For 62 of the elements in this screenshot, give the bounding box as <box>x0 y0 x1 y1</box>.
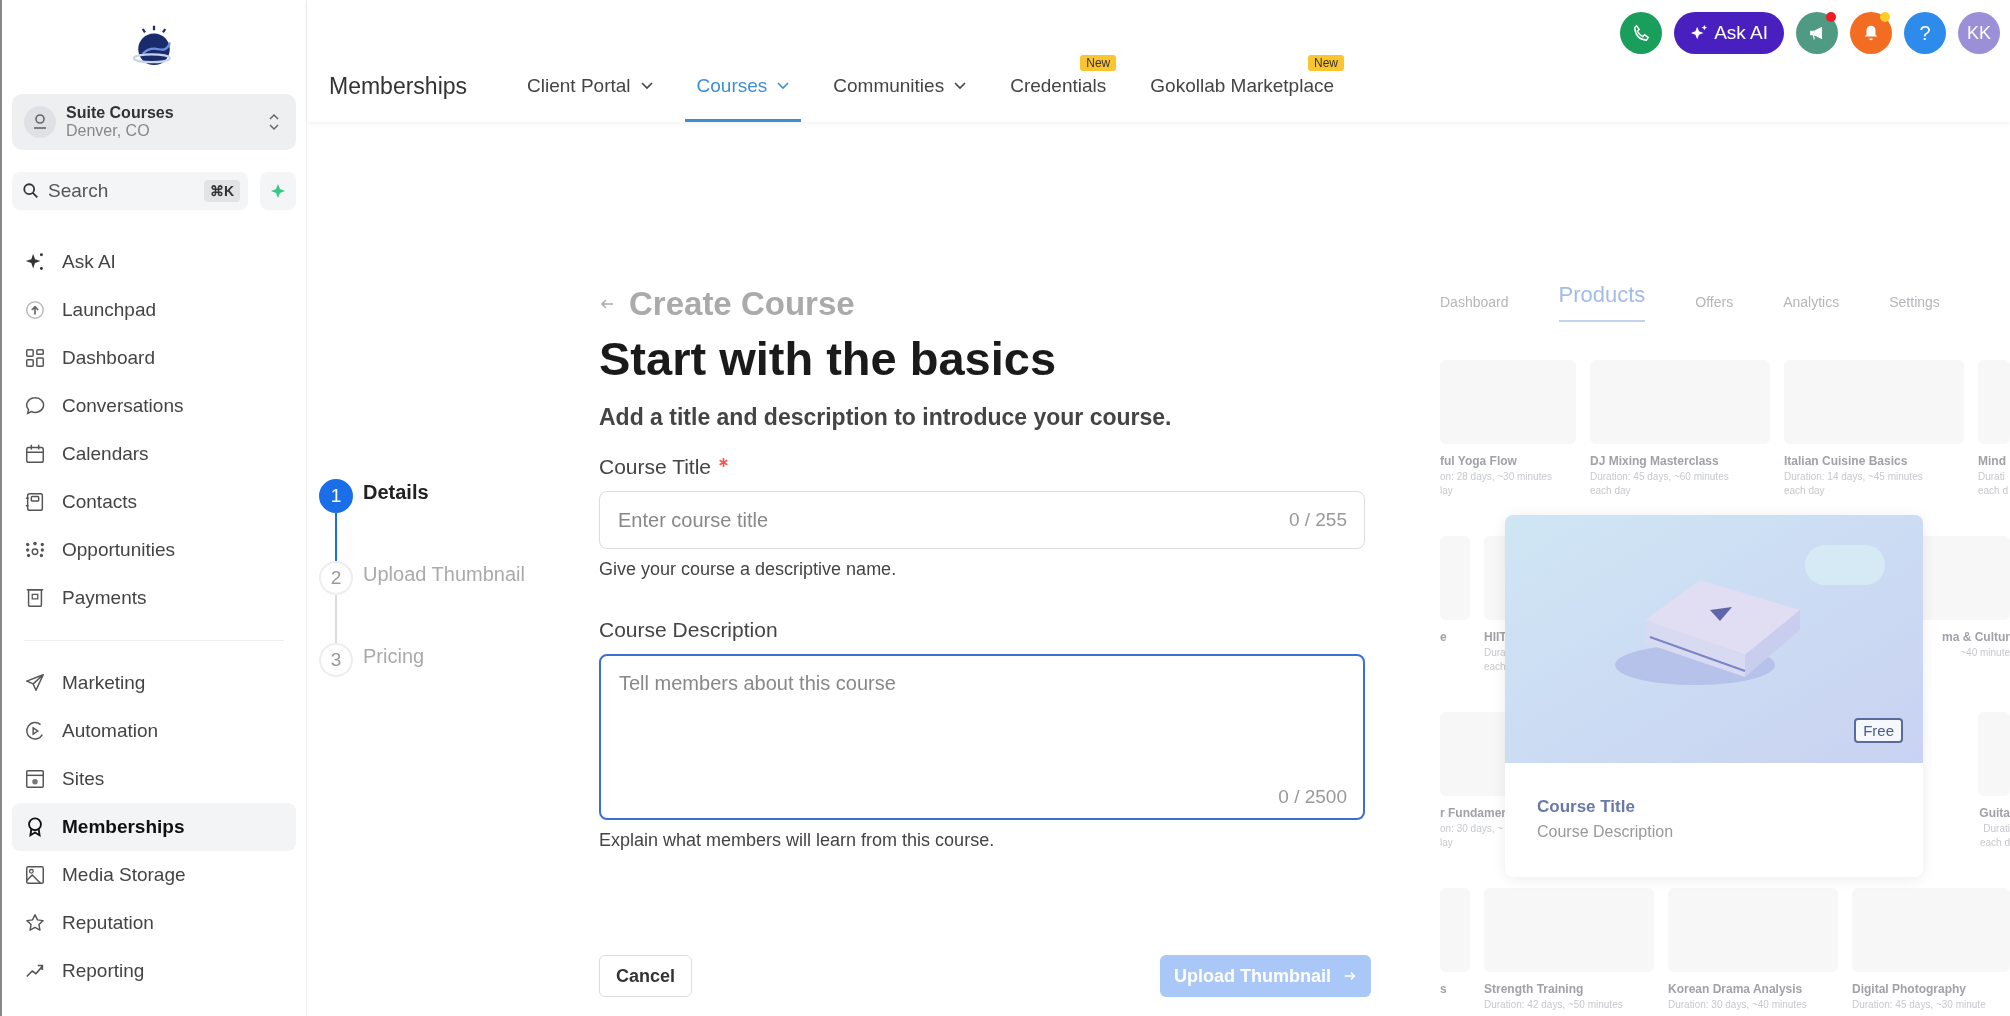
character-counter: 0 / 2500 <box>1278 786 1347 808</box>
sidebar-item[interactable]: Calendars <box>12 430 296 478</box>
page-heading: Start with the basics <box>599 331 1058 386</box>
course-name: Digital Photography <box>1852 982 1966 996</box>
course-name: r Fundamer <box>1440 806 1506 820</box>
course-details: Duration: 45 days, ~30 minute <box>1852 999 1986 1010</box>
sidebar-item[interactable]: Ask AI <box>12 238 296 286</box>
sidebar-item[interactable]: Automation <box>12 707 296 755</box>
sidebar-item[interactable]: Conversations <box>12 382 296 430</box>
course-name: ful Yoga Flow <box>1440 454 1517 468</box>
price-badge: Free <box>1854 718 1903 743</box>
cancel-button[interactable]: Cancel <box>599 955 693 997</box>
sidebar-item[interactable]: Marketing <box>12 659 296 707</box>
field-label: Course Description <box>599 618 778 642</box>
course-details: Duration: 30 days, ~40 minutes <box>1668 999 1807 1010</box>
sidebar-item[interactable]: Sites <box>12 755 296 803</box>
field-hint: Explain what members will learn from this course. <box>599 830 996 851</box>
ask-ai-button[interactable]: Ask AI <box>1674 12 1784 54</box>
sidebar-item[interactable]: Reporting <box>12 947 296 995</box>
tab-label: Analytics <box>1783 294 1840 312</box>
tab-label: Products <box>1558 282 1646 322</box>
course-name: Strength Training <box>1484 982 1584 996</box>
step-label[interactable]: Details <box>363 481 429 561</box>
shortcut-key: ⌘K <box>203 180 240 202</box>
course-name: Mind <box>1978 454 2006 468</box>
course-details: ~40 minute <box>1960 647 2010 658</box>
nav-tab[interactable]: Communities <box>821 75 979 122</box>
account-switcher[interactable]: Suite Courses Denver, CO <box>12 94 296 150</box>
tab-label: Dashboard <box>1440 294 1509 312</box>
field-hint: Give your course a descriptive name. <box>599 559 898 580</box>
course-name: Italian Cuisine Basics <box>1784 454 1908 468</box>
course-name: e <box>1440 630 1447 644</box>
new-badge: New <box>1308 55 1345 71</box>
sidebar-item[interactable]: Contacts <box>12 478 296 526</box>
sidebar-item[interactable]: Dashboard <box>12 334 296 382</box>
step-number: 2 <box>319 561 353 595</box>
sidebar-item[interactable]: Payments <box>12 574 296 622</box>
course-name: Guita <box>1979 806 2010 820</box>
page-title: Memberships <box>329 73 468 101</box>
field-label: Course Title <box>599 455 712 479</box>
course-name: HIIT <box>1484 630 1507 644</box>
nav-tab[interactable]: Courses <box>684 75 802 122</box>
new-badge: New <box>1080 55 1117 71</box>
course-details: Duration: 14 days, ~45 minutes <box>1784 471 1923 482</box>
step-number: 1 <box>319 479 353 513</box>
sidebar-item[interactable]: Memberships <box>12 803 296 851</box>
sidebar-item[interactable]: Opportunities <box>12 526 296 574</box>
nav-tab[interactable]: Client Portal <box>515 75 665 122</box>
course-name: s <box>1440 982 1447 996</box>
page-subtitle: Add a title and description to introduce your course. <box>599 404 1173 431</box>
step-number: 3 <box>319 643 353 677</box>
tab-label: Offers <box>1695 294 1734 312</box>
card-title: Course Title <box>1537 797 1636 817</box>
sidebar-item[interactable]: Reputation <box>12 899 296 947</box>
course-name: DJ Mixing Masterclass <box>1590 454 1719 468</box>
course-name: Korean Drama Analysis <box>1668 982 1803 996</box>
character-counter: 0 / 255 <box>1288 509 1347 531</box>
card-description: Course Description <box>1537 823 1675 841</box>
course-name: ma & Cultur <box>1942 630 2010 644</box>
sidebar-item[interactable]: Launchpad <box>12 286 296 334</box>
tab-label: Settings <box>1889 294 1940 312</box>
sidebar-item[interactable]: Media Storage <box>12 851 296 899</box>
